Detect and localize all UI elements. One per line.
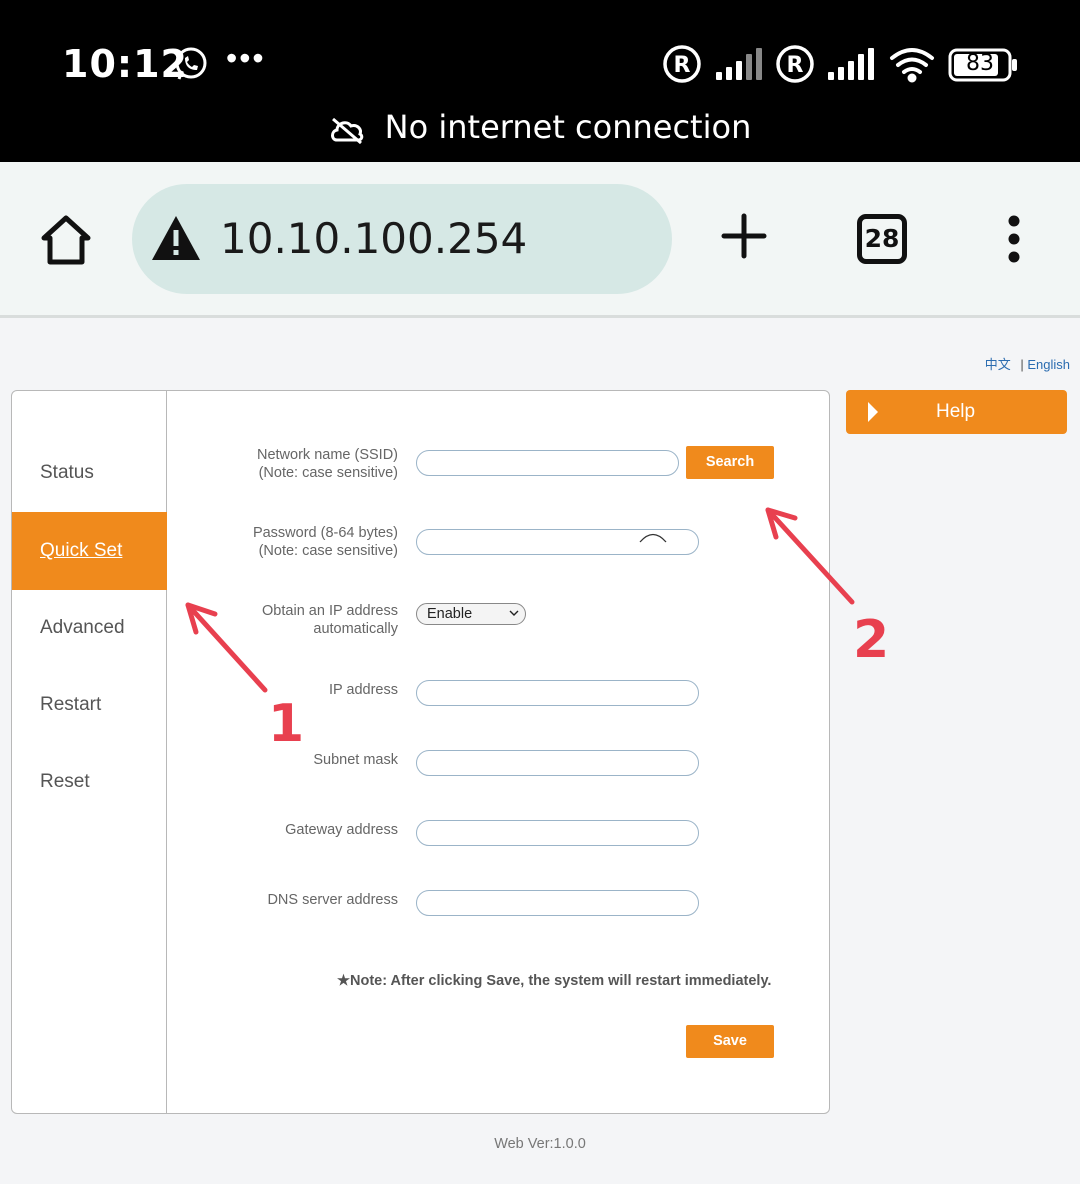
status-time: 10:12 (62, 42, 188, 86)
battery-level: 83 (966, 51, 994, 76)
network-message: No internet connection (384, 108, 752, 146)
lang-chinese-link[interactable]: 中文 (985, 357, 1011, 372)
wifi-icon (890, 48, 934, 83)
dns-input[interactable] (416, 890, 699, 916)
sidebar-item-restart[interactable]: Restart (12, 666, 167, 744)
ssid-label: Network name (SSID) (Note: case sensitiv… (256, 447, 398, 481)
ssid-input[interactable] (416, 450, 679, 476)
lang-english-link[interactable]: English (1027, 357, 1070, 372)
annotation-label-1: 1 (268, 694, 305, 754)
help-panel-toggle[interactable]: Help (846, 390, 1067, 434)
url-text[interactable]: 10.10.100.254 (220, 214, 527, 263)
signal-icon (716, 48, 762, 80)
gateway-input[interactable] (416, 820, 699, 846)
home-icon[interactable] (38, 212, 94, 268)
network-status: No internet connection (0, 108, 1080, 146)
overflow-dots: ••• (226, 40, 266, 76)
password-visibility-icon[interactable] (638, 531, 668, 543)
sidebar: Status Quick Set Advanced Restart Reset (12, 391, 167, 1113)
signal-icon (828, 48, 874, 80)
tabs-button[interactable]: 28 (857, 214, 907, 264)
cloud-off-icon (330, 117, 363, 145)
password-label: Password (8-64 bytes) (Note: case sensit… (252, 525, 398, 559)
status-bar: 10:12 ••• R R 83 No internet connection (0, 0, 1080, 162)
browser-toolbar: 10.10.100.254 28 (0, 162, 1080, 318)
sidebar-item-status[interactable]: Status (12, 434, 167, 512)
subnet-input[interactable] (416, 750, 699, 776)
whatsapp-icon (175, 47, 207, 80)
ip-label: IP address (328, 682, 398, 698)
lang-separator: | (1020, 357, 1024, 372)
dns-label: DNS server address (267, 892, 398, 908)
main-panel: Status Quick Set Advanced Restart Reset … (11, 390, 830, 1114)
roaming-icon: R (663, 45, 701, 83)
menu-icon[interactable] (1000, 214, 1028, 264)
save-note: ★Note: After clicking Save, the system w… (337, 973, 772, 989)
obtain-ip-label: Obtain an IP address automatically (262, 603, 398, 637)
search-button[interactable]: Search (686, 446, 774, 479)
subnet-label: Subnet mask (313, 752, 398, 768)
warning-icon[interactable] (150, 214, 202, 262)
expand-arrow-icon (868, 402, 878, 422)
language-switch: 中文 | English (985, 354, 1070, 373)
save-button[interactable]: Save (686, 1025, 774, 1058)
chevron-down-icon (509, 610, 519, 616)
address-bar[interactable]: 10.10.100.254 (132, 184, 672, 294)
obtain-ip-select[interactable]: Enable (416, 603, 526, 625)
sidebar-item-reset[interactable]: Reset (12, 743, 167, 821)
roaming-icon: R (776, 45, 814, 83)
annotation-label-2: 2 (853, 610, 890, 670)
sidebar-item-advanced[interactable]: Advanced (12, 589, 167, 667)
help-label: Help (936, 401, 976, 422)
svg-text:R: R (787, 53, 804, 78)
gateway-label: Gateway address (285, 822, 398, 838)
plus-icon[interactable] (720, 212, 768, 260)
svg-text:R: R (674, 53, 691, 78)
web-version: Web Ver:1.0.0 (494, 1136, 586, 1152)
footer: Web Ver:1.0.0 (0, 1136, 1080, 1152)
sidebar-item-quick-set[interactable]: Quick Set (12, 512, 167, 590)
ip-input[interactable] (416, 680, 699, 706)
